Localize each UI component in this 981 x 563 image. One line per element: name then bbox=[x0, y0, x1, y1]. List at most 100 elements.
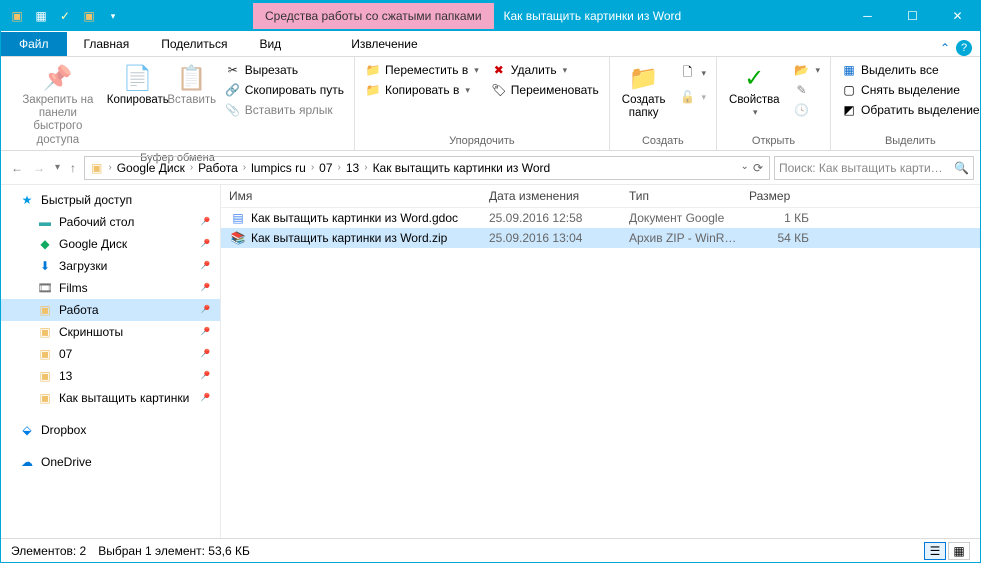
breadcrumb-seg[interactable]: lumpics ru bbox=[248, 161, 309, 175]
qat-properties-icon[interactable]: ▦ bbox=[31, 6, 51, 26]
quick-access-toolbar: ▣ ▦ ✓ ▣ ▾ bbox=[1, 6, 123, 26]
sidebar-dropbox[interactable]: ⬙Dropbox bbox=[1, 419, 220, 441]
chevron-right-icon[interactable]: › bbox=[336, 162, 343, 173]
folder-icon: ▣ bbox=[37, 391, 53, 405]
sidebar-item-extract-pics[interactable]: ▣Как вытащить картинки📍 bbox=[1, 387, 220, 409]
breadcrumb-seg[interactable]: 07 bbox=[316, 161, 335, 175]
window-title: Как вытащить картинки из Word bbox=[494, 9, 845, 23]
status-selected: Выбран 1 элемент: 53,6 КБ bbox=[98, 544, 250, 558]
history-icon: 🕓 bbox=[794, 103, 810, 117]
copy-path-button[interactable]: 🔗Скопировать путь bbox=[221, 81, 348, 99]
sidebar-item-films[interactable]: 🎞Films📍 bbox=[1, 277, 220, 299]
ribbon-group-clipboard: 📌 Закрепить на панели быстрого доступа 📄… bbox=[1, 57, 355, 150]
group-label-organize: Упорядочить bbox=[361, 133, 603, 150]
tab-extract[interactable]: Извлечение bbox=[311, 32, 457, 56]
refresh-button[interactable]: ⟳ bbox=[753, 161, 763, 175]
pin-icon: 📍 bbox=[195, 302, 212, 319]
select-all-button[interactable]: ▦Выделить все bbox=[837, 61, 981, 79]
sidebar-quick-access[interactable]: ★Быстрый доступ bbox=[1, 189, 220, 211]
chevron-right-icon[interactable]: › bbox=[362, 162, 369, 173]
file-row[interactable]: ▤ Как вытащить картинки из Word.gdoc 25.… bbox=[221, 208, 980, 228]
copy-to-button[interactable]: 📁Копировать в▾ bbox=[361, 81, 483, 99]
breadcrumb[interactable]: ▣ › Google Диск› Работа› lumpics ru› 07›… bbox=[84, 156, 770, 180]
view-details-button[interactable]: ☰ bbox=[924, 542, 946, 560]
sidebar-item-07[interactable]: ▣07📍 bbox=[1, 343, 220, 365]
file-row[interactable]: 📚 Как вытащить картинки из Word.zip 25.0… bbox=[221, 228, 980, 248]
cut-button[interactable]: ✂Вырезать bbox=[221, 61, 348, 79]
sidebar-item-downloads[interactable]: ⬇Загрузки📍 bbox=[1, 255, 220, 277]
chevron-right-icon[interactable]: › bbox=[241, 162, 248, 173]
history-button[interactable]: 🕓 bbox=[790, 101, 825, 119]
selectnone-icon: ▢ bbox=[841, 83, 857, 97]
breadcrumb-seg[interactable]: Google Диск bbox=[114, 161, 188, 175]
chevron-right-icon[interactable]: › bbox=[188, 162, 195, 173]
minimize-button[interactable]: ─ bbox=[845, 1, 890, 31]
rename-icon: 🏷 bbox=[491, 83, 507, 97]
edit-button[interactable]: ✎ bbox=[790, 81, 825, 99]
tab-home[interactable]: Главная bbox=[68, 32, 146, 56]
sidebar-item-screenshots[interactable]: ▣Скриншоты📍 bbox=[1, 321, 220, 343]
breadcrumb-seg[interactable]: Как вытащить картинки из Word bbox=[370, 161, 554, 175]
qat-newfolder-icon[interactable]: ▣ bbox=[79, 6, 99, 26]
new-folder-button[interactable]: 📁 Создать папку bbox=[616, 59, 672, 123]
nav-forward-button[interactable]: → bbox=[29, 159, 49, 177]
invert-selection-button[interactable]: ◩Обратить выделение bbox=[837, 101, 981, 119]
tab-share[interactable]: Поделиться bbox=[145, 32, 243, 56]
qat-dropdown-icon[interactable]: ▾ bbox=[103, 6, 123, 26]
chevron-right-icon[interactable]: › bbox=[309, 162, 316, 173]
window-controls: ─ ☐ ✕ bbox=[845, 1, 980, 31]
search-icon[interactable]: 🔍 bbox=[954, 161, 969, 175]
pin-icon: 📍 bbox=[195, 236, 212, 253]
ribbon-collapse-icon[interactable]: ⌃ bbox=[940, 41, 950, 55]
sidebar-item-gdrive[interactable]: ◆Google Диск📍 bbox=[1, 233, 220, 255]
breadcrumb-seg[interactable]: Работа bbox=[195, 161, 241, 175]
gdrive-icon: ◆ bbox=[37, 237, 53, 251]
chevron-down-icon: ▾ bbox=[753, 107, 758, 118]
paste-shortcut-button[interactable]: 📎Вставить ярлык bbox=[221, 101, 348, 119]
folder-icon: ▣ bbox=[7, 6, 27, 26]
help-icon[interactable]: ? bbox=[956, 40, 972, 56]
file-tab[interactable]: Файл bbox=[1, 32, 68, 56]
paste-button[interactable]: 📋 Вставить bbox=[167, 59, 217, 110]
nav-history-button[interactable]: ▾ bbox=[51, 160, 64, 175]
col-header-size[interactable]: Размер bbox=[749, 189, 972, 203]
col-header-date[interactable]: Дата изменения bbox=[489, 189, 629, 203]
close-button[interactable]: ✕ bbox=[935, 1, 980, 31]
navbar: ← → ▾ ↑ ▣ › Google Диск› Работа› lumpics… bbox=[1, 151, 980, 185]
chevron-right-icon[interactable]: › bbox=[106, 162, 113, 173]
select-none-button[interactable]: ▢Снять выделение bbox=[837, 81, 981, 99]
sidebar-item-13[interactable]: ▣13📍 bbox=[1, 365, 220, 387]
nav-up-button[interactable]: ↑ bbox=[66, 159, 80, 177]
col-header-type[interactable]: Тип bbox=[629, 189, 749, 203]
delete-button[interactable]: ✖Удалить▾ bbox=[487, 61, 603, 79]
folder-icon: ▣ bbox=[37, 369, 53, 383]
new-item-button[interactable]: 🗋▾ bbox=[675, 61, 710, 86]
download-icon: ⬇ bbox=[37, 259, 53, 273]
col-header-name[interactable]: Имя bbox=[229, 189, 489, 203]
cut-icon: ✂ bbox=[225, 63, 241, 77]
view-large-button[interactable]: ▦ bbox=[948, 542, 970, 560]
open-button[interactable]: 📂▾ bbox=[790, 61, 825, 79]
shortcut-icon: 📎 bbox=[225, 103, 241, 117]
sidebar-onedrive[interactable]: ☁OneDrive bbox=[1, 451, 220, 473]
easy-access-button[interactable]: 🔓▾ bbox=[675, 88, 710, 106]
tab-view[interactable]: Вид bbox=[243, 32, 297, 56]
breadcrumb-seg[interactable]: 13 bbox=[343, 161, 362, 175]
pin-quick-access-button[interactable]: 📌 Закрепить на панели быстрого доступа bbox=[7, 59, 109, 150]
breadcrumb-dropdown-icon[interactable]: ⌄ bbox=[741, 161, 749, 175]
maximize-button[interactable]: ☐ bbox=[890, 1, 935, 31]
properties-button[interactable]: ✓ Свойства ▾ bbox=[723, 59, 786, 121]
chevron-down-icon: ▾ bbox=[701, 68, 706, 79]
open-icon: 📂 bbox=[794, 63, 810, 77]
sidebar-item-desktop[interactable]: ▬Рабочий стол📍 bbox=[1, 211, 220, 233]
chevron-down-icon: ▾ bbox=[474, 65, 479, 76]
nav-back-button[interactable]: ← bbox=[7, 159, 27, 177]
ribbon-group-organize: 📁Переместить в▾ 📁Копировать в▾ ✖Удалить▾… bbox=[355, 57, 610, 150]
search-input[interactable]: Поиск: Как вытащить карти… 🔍 bbox=[774, 156, 974, 180]
move-to-button[interactable]: 📁Переместить в▾ bbox=[361, 61, 483, 79]
sidebar-item-work[interactable]: ▣Работа📍 bbox=[1, 299, 220, 321]
folder-icon: ▣ bbox=[37, 325, 53, 339]
qat-check-icon[interactable]: ✓ bbox=[55, 6, 75, 26]
copy-button[interactable]: 📄 Копировать bbox=[113, 59, 163, 110]
rename-button[interactable]: 🏷Переименовать bbox=[487, 81, 603, 99]
